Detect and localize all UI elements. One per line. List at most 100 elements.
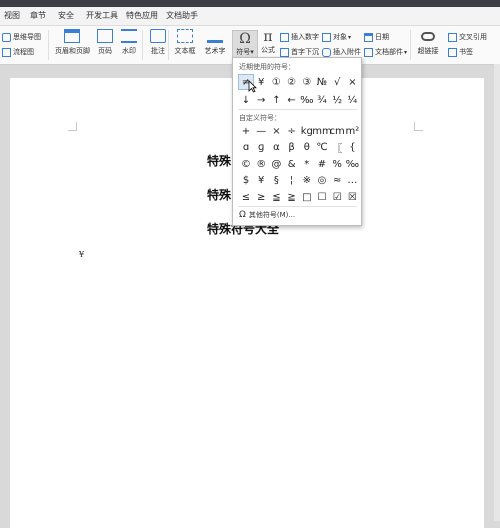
mindmap-button[interactable]: 思维导图 xyxy=(2,31,41,43)
textbox-button[interactable]: 文本框 xyxy=(170,29,200,56)
symbol-cell[interactable]: § xyxy=(268,173,284,189)
symbol-cell[interactable]: # xyxy=(314,156,330,172)
wordart-icon xyxy=(207,29,223,43)
symbol-cell[interactable]: ¥ xyxy=(253,173,269,189)
mouse-cursor-icon xyxy=(248,80,257,93)
wordart-button[interactable]: 艺术字 xyxy=(200,29,230,56)
symbol-cell[interactable]: — xyxy=(253,123,269,139)
symbol-cell[interactable]: ② xyxy=(284,74,300,90)
symbol-cell[interactable]: ☒ xyxy=(344,189,360,205)
tab-security[interactable]: 安全 xyxy=(58,10,74,21)
flowchart-button[interactable]: 流程图 xyxy=(2,46,34,58)
hyperlink-button[interactable]: 超链接 xyxy=(413,29,443,56)
symbol-cell[interactable]: ® xyxy=(253,156,269,172)
symbol-cell[interactable]: ◎ xyxy=(314,173,330,189)
symbol-cell[interactable]: ← xyxy=(284,92,300,108)
symbol-cell[interactable]: ɑ xyxy=(238,140,254,156)
textbox-icon xyxy=(177,29,193,43)
tab-features[interactable]: 特色应用 xyxy=(126,10,158,21)
symbol-cell[interactable]: ≤ xyxy=(238,189,254,205)
symbol-cell[interactable]: ɡ xyxy=(253,140,269,156)
header-footer-icon xyxy=(64,29,80,43)
symbol-cell[interactable]: θ xyxy=(299,140,315,156)
omega-icon: Ω xyxy=(239,31,251,47)
header-footer-button[interactable]: 页眉和页脚 xyxy=(55,29,90,56)
symbol-cell[interactable]: ℃ xyxy=(314,140,330,156)
title-bar xyxy=(0,0,500,7)
doc-yen-symbol: ¥ xyxy=(79,250,85,259)
crop-mark xyxy=(68,122,77,131)
symbol-cell[interactable]: ☑ xyxy=(329,189,345,205)
tab-developer[interactable]: 开发工具 xyxy=(86,10,118,21)
cross-reference-button[interactable]: 交叉引用 xyxy=(448,31,487,43)
paperclip-icon xyxy=(322,47,331,57)
custom-symbols-title: 自定义符号： xyxy=(239,114,281,122)
symbol-cell[interactable]: ① xyxy=(268,74,284,90)
symbol-cell[interactable]: ☐ xyxy=(314,189,330,205)
symbol-cell[interactable]: % xyxy=(329,156,345,172)
vertical-scrollbar[interactable] xyxy=(494,64,500,521)
symbol-cell[interactable]: ↑ xyxy=(268,92,284,108)
symbol-cell[interactable]: № xyxy=(314,74,330,90)
date-button[interactable]: 日期 xyxy=(364,31,389,43)
calendar-icon xyxy=(364,32,373,42)
doc-text-line: 特殊 xyxy=(207,188,232,202)
recent-symbols-title: 近期使用的符号： xyxy=(239,63,295,71)
comment-icon xyxy=(150,29,166,43)
tab-chapter[interactable]: 章节 xyxy=(30,10,46,21)
ribbon-tabs: 视图 章节 安全 开发工具 特色应用 文档助手 xyxy=(0,7,500,26)
symbol-cell[interactable]: × xyxy=(344,74,360,90)
bookmark-icon xyxy=(448,47,457,57)
symbol-cell[interactable]: ½ xyxy=(329,92,345,108)
symbol-cell[interactable]: ※ xyxy=(299,173,315,189)
symbol-cell[interactable]: ÷ xyxy=(284,123,300,139)
symbol-button[interactable]: Ω 符号▾ xyxy=(232,30,258,60)
symbol-cell[interactable]: … xyxy=(344,173,360,189)
object-button[interactable]: 对象 ▾ xyxy=(322,31,351,43)
pi-icon: π xyxy=(263,29,273,45)
symbol-cell[interactable]: ↓ xyxy=(238,92,254,108)
watermark-button[interactable]: 水印 xyxy=(114,29,144,56)
formula-button[interactable]: π 公式 xyxy=(257,29,279,55)
page-number-icon xyxy=(97,29,113,43)
more-symbols-link[interactable]: Ω 其他符号(M)... xyxy=(239,210,295,220)
symbol-cell[interactable]: □ xyxy=(299,189,315,205)
tab-view[interactable]: 视图 xyxy=(4,10,20,21)
symbol-cell[interactable]: + xyxy=(238,123,254,139)
symbol-cell[interactable]: ≥ xyxy=(253,189,269,205)
symbol-cell[interactable]: ≦ xyxy=(268,189,284,205)
symbol-cell[interactable]: ≈ xyxy=(329,173,345,189)
link-icon xyxy=(421,32,435,41)
symbol-cell[interactable]: mm xyxy=(312,123,331,139)
cross-ref-icon xyxy=(448,32,457,42)
symbol-cell[interactable]: √ xyxy=(329,74,345,90)
flowchart-icon xyxy=(2,47,11,57)
doc-text-line: 特殊 xyxy=(207,154,232,168)
symbol-cell[interactable]: ‰ xyxy=(344,156,360,172)
insert-number-button[interactable]: 插入数字 xyxy=(280,31,319,43)
symbol-cell[interactable]: m² xyxy=(344,123,360,139)
symbol-cell[interactable]: & xyxy=(284,156,300,172)
symbol-cell[interactable]: α xyxy=(268,140,284,156)
symbol-cell[interactable]: cm xyxy=(329,123,345,139)
symbol-cell[interactable]: ¦ xyxy=(284,173,300,189)
doc-parts-button[interactable]: 文档部件 ▾ xyxy=(364,46,407,58)
symbol-cell[interactable]: × xyxy=(268,123,284,139)
symbol-cell[interactable]: @ xyxy=(268,156,284,172)
symbol-cell[interactable]: ¾ xyxy=(314,92,330,108)
symbol-cell[interactable]: * xyxy=(299,156,315,172)
symbol-cell[interactable]: © xyxy=(238,156,254,172)
symbol-cell[interactable]: ¼ xyxy=(344,92,360,108)
symbol-cell[interactable]: ③ xyxy=(299,74,315,90)
symbol-cell[interactable]: $ xyxy=(238,173,254,189)
object-icon xyxy=(322,32,331,42)
symbol-cell[interactable]: 〖 xyxy=(329,140,345,156)
symbol-cell[interactable]: ≧ xyxy=(284,189,300,205)
symbol-cell[interactable]: { xyxy=(344,140,360,156)
mindmap-icon xyxy=(2,32,11,42)
symbol-cell[interactable]: → xyxy=(253,92,269,108)
bookmark-button[interactable]: 书签 xyxy=(448,46,473,58)
tab-doc-assistant[interactable]: 文档助手 xyxy=(166,10,198,21)
symbol-cell[interactable]: β xyxy=(284,140,300,156)
symbol-cell[interactable]: ‰ xyxy=(299,92,315,108)
